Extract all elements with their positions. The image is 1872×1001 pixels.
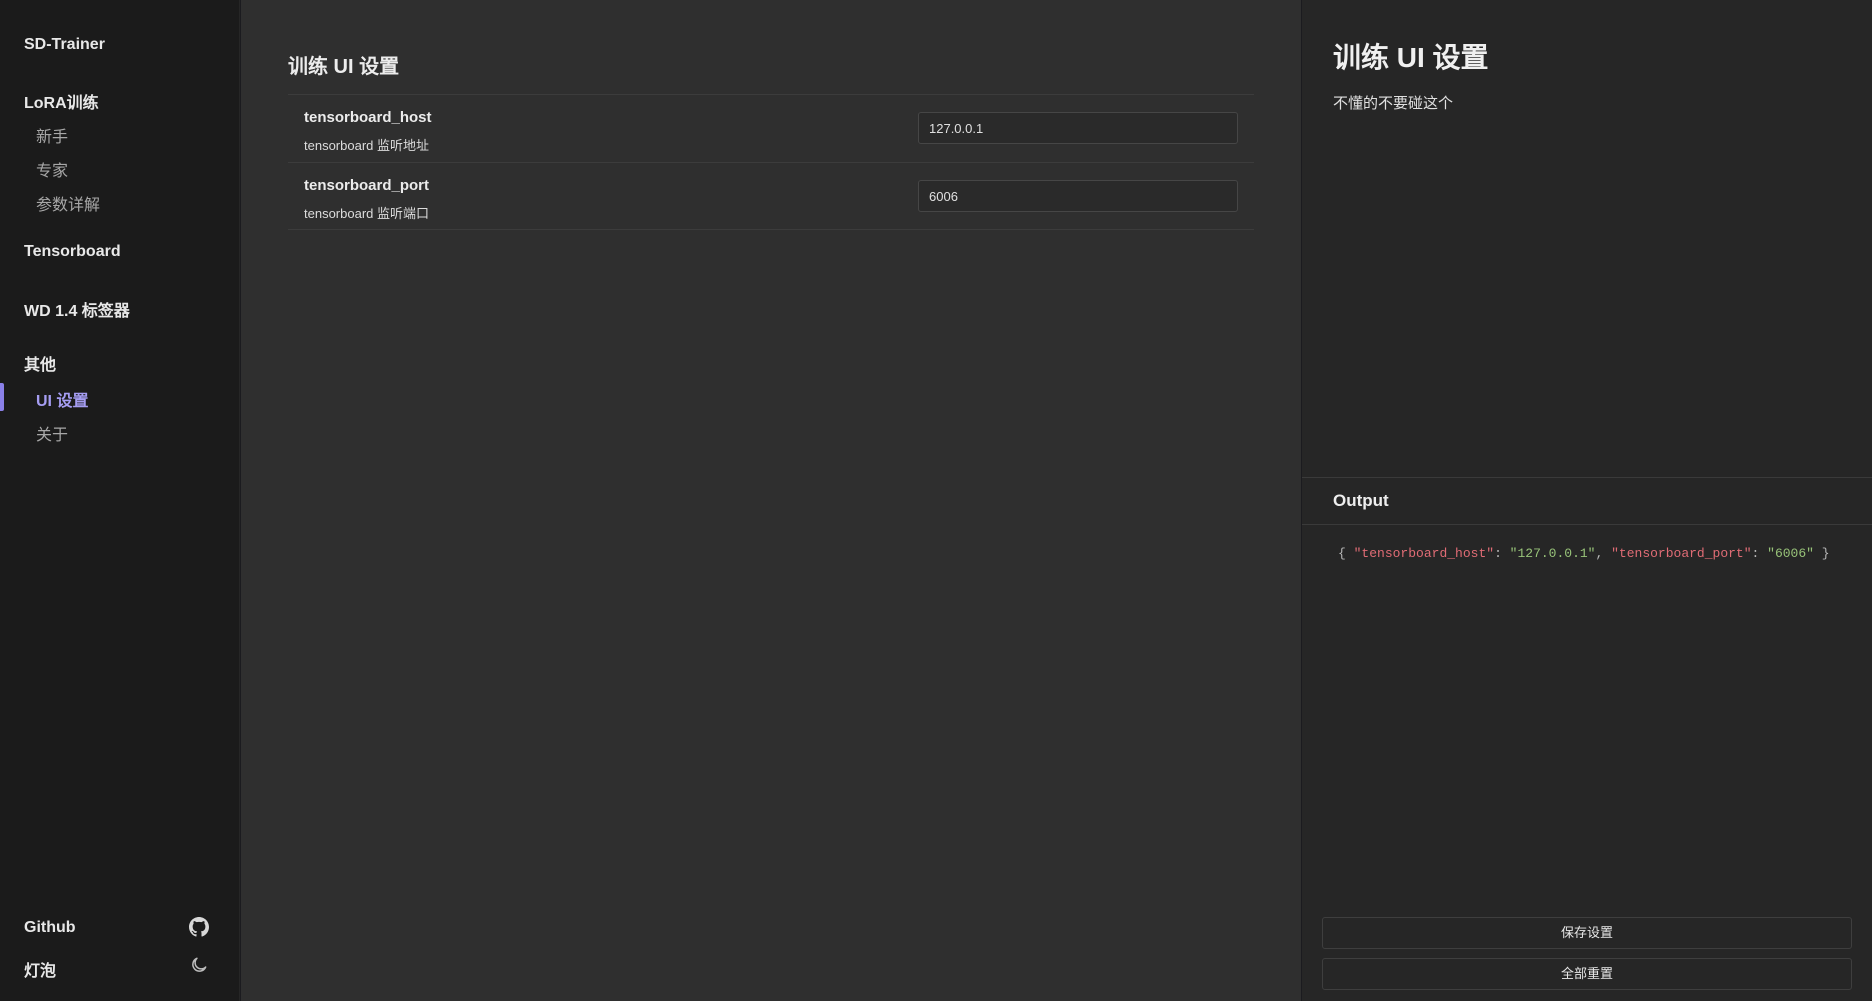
setting-description: tensorboard 监听端口 <box>304 206 429 221</box>
setting-row-host: tensorboard_host tensorboard 监听地址 <box>288 94 1254 162</box>
main-content: 训练 UI 设置 tensorboard_host tensorboard 监听… <box>241 0 1301 1001</box>
right-panel: 训练 UI 设置 不懂的不要碰这个 Output { "tensorboard_… <box>1302 0 1872 1001</box>
json-value: "6006" <box>1767 546 1814 561</box>
sidebar-group-wd-tagger[interactable]: WD 1.4 标签器 <box>24 297 130 321</box>
output-title: Output <box>1333 491 1389 510</box>
sidebar-group-tensorboard[interactable]: Tensorboard <box>24 243 121 261</box>
json-colon: : <box>1751 546 1768 561</box>
brand-title[interactable]: SD-Trainer <box>24 36 105 54</box>
reset-all-button[interactable]: 全部重置 <box>1322 958 1852 990</box>
tensorboard-port-input[interactable] <box>918 180 1238 212</box>
json-key: "tensorboard_host" <box>1353 546 1495 561</box>
json-colon: : <box>1494 546 1510 561</box>
panel-description: 不懂的不要碰这个 <box>1333 95 1454 112</box>
page-title: 训练 UI 设置 <box>288 56 400 78</box>
json-comma: , <box>1595 546 1612 561</box>
tensorboard-host-input[interactable] <box>918 112 1238 144</box>
setting-row-port: tensorboard_port tensorboard 监听端口 <box>288 162 1254 230</box>
save-settings-button[interactable]: 保存设置 <box>1322 917 1852 949</box>
json-key: "tensorboard_port" <box>1611 546 1752 561</box>
panel-title: 训练 UI 设置 <box>1333 42 1489 73</box>
setting-description: tensorboard 监听地址 <box>304 138 429 153</box>
setting-name: tensorboard_host <box>304 109 432 126</box>
active-indicator <box>0 383 4 411</box>
github-icon[interactable] <box>189 917 209 937</box>
sidebar-group-other[interactable]: 其他 <box>24 351 56 375</box>
sidebar-item-beginner[interactable]: 新手 <box>36 123 68 147</box>
json-brace: { <box>1338 546 1346 561</box>
sidebar-item-ui-settings[interactable]: UI 设置 <box>36 387 88 411</box>
divider <box>1302 477 1872 478</box>
moon-icon[interactable] <box>189 955 209 975</box>
theme-toggle-label[interactable]: 灯泡 <box>24 957 56 981</box>
sidebar-item-params[interactable]: 参数详解 <box>36 191 100 215</box>
json-value: "127.0.0.1" <box>1509 546 1596 561</box>
sidebar-item-expert[interactable]: 专家 <box>36 157 68 181</box>
json-brace: } <box>1821 546 1830 561</box>
divider <box>1302 524 1872 525</box>
sidebar: SD-Trainer LoRA训练 新手 专家 参数详解 Tensorboard… <box>0 0 240 1001</box>
app-root: SD-Trainer LoRA训练 新手 专家 参数详解 Tensorboard… <box>0 0 1872 1001</box>
sidebar-item-about[interactable]: 关于 <box>36 421 68 445</box>
github-link[interactable]: Github <box>24 919 76 937</box>
setting-name: tensorboard_port <box>304 177 430 194</box>
output-json: { "tensorboard_host": "127.0.0.1", "tens… <box>1338 546 1858 561</box>
sidebar-group-lora[interactable]: LoRA训练 <box>24 89 99 113</box>
